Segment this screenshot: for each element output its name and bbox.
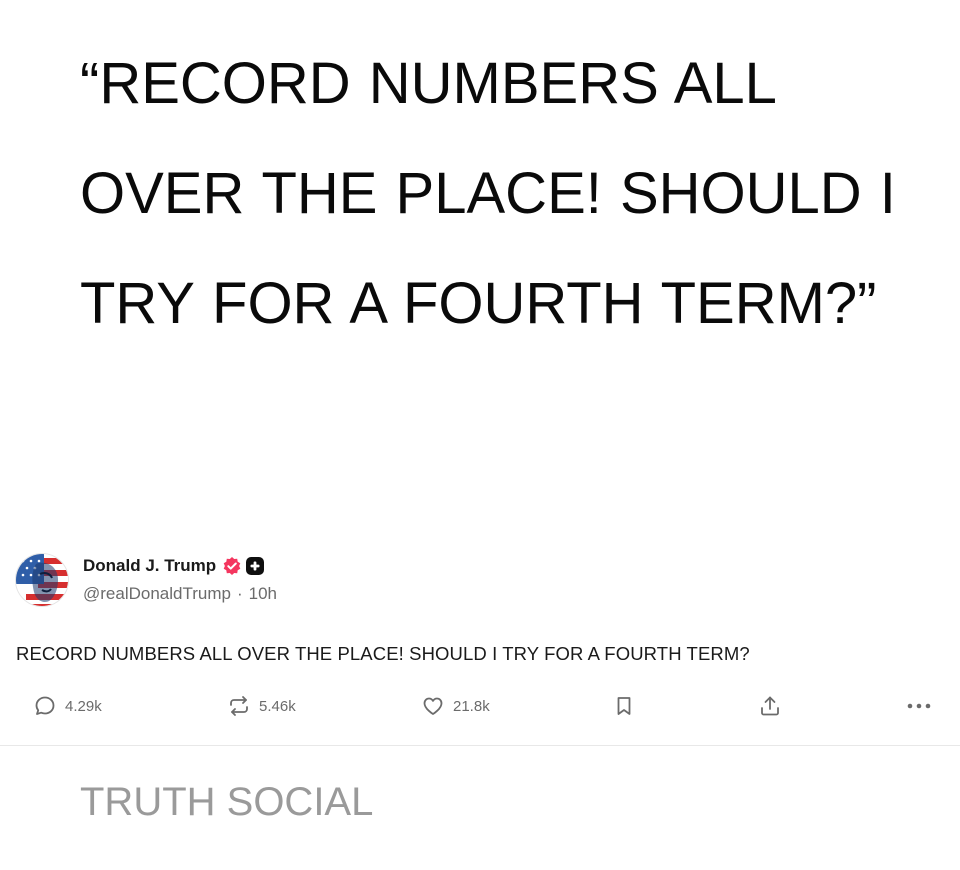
author-handle[interactable]: @realDonaldTrump: [83, 584, 231, 604]
share-icon: [758, 694, 782, 718]
handle-row: @realDonaldTrump · 10h: [83, 584, 277, 604]
plus-badge-icon: [246, 557, 265, 575]
post-time[interactable]: 10h: [249, 584, 277, 604]
bookmark-icon: [612, 694, 636, 718]
verified-icon: [222, 556, 242, 576]
more-icon: [906, 694, 932, 718]
like-button[interactable]: 21.8k: [421, 690, 490, 722]
author-name[interactable]: Donald J. Trump: [83, 556, 216, 576]
quote-text: “RECORD NUMBERS ALL OVER THE PLACE! SHOU…: [80, 51, 896, 336]
reply-icon: [33, 694, 57, 718]
post-text: RECORD NUMBERS ALL OVER THE PLACE! SHOUL…: [16, 643, 750, 664]
quote-block: “RECORD NUMBERS ALL OVER THE PLACE! SHOU…: [80, 29, 940, 359]
avatar[interactable]: [15, 553, 69, 607]
more-options-button[interactable]: [906, 690, 932, 722]
bookmark-button[interactable]: [612, 690, 636, 722]
retruth-icon: [227, 694, 251, 718]
retruth-button[interactable]: 5.46k: [227, 690, 296, 722]
brand-label: TRUTH SOCIAL: [80, 780, 374, 824]
separator: ·: [236, 584, 243, 603]
author-name-row: Donald J. Trump: [83, 554, 265, 578]
retruth-count: 5.46k: [259, 697, 296, 715]
action-bar: 4.29k 5.46k 21.8k: [0, 690, 960, 726]
like-icon: [421, 694, 445, 718]
reply-count: 4.29k: [65, 697, 102, 715]
share-button[interactable]: [758, 690, 782, 722]
divider: [0, 745, 960, 746]
like-count: 21.8k: [453, 697, 490, 715]
avatar-image: [16, 554, 68, 606]
reply-button[interactable]: 4.29k: [33, 690, 102, 722]
